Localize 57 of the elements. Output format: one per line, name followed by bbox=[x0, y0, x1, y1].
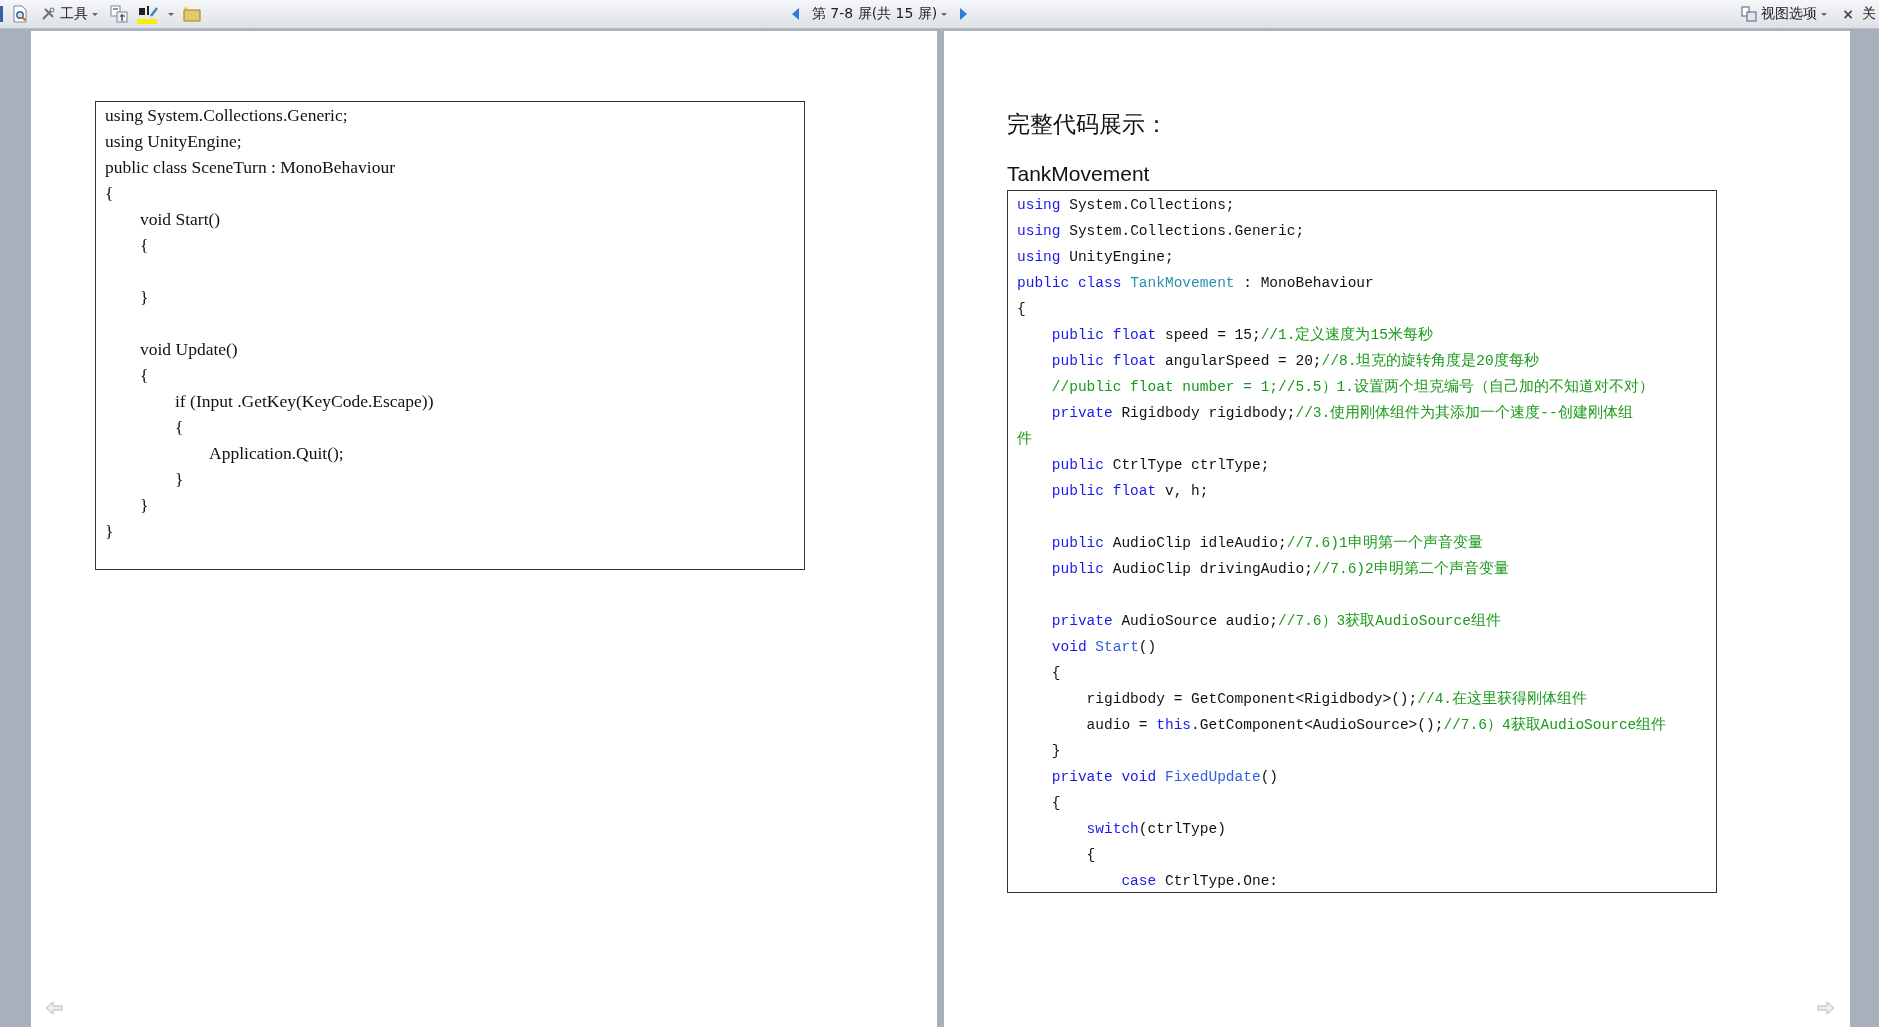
code-line: } bbox=[139, 494, 150, 517]
code-line: } bbox=[1050, 742, 1062, 761]
code-line: if (Input .GetKey(KeyCode.Escape)) bbox=[174, 390, 435, 413]
code-line: private Rigidbody rigidbody;//3.使用刚体组件为其添加一个速度--创建刚体组 bbox=[1050, 403, 1634, 423]
tools-menu[interactable]: 工具 bbox=[37, 3, 101, 25]
code-line: //public float number = 1;//5.5）1.设置两个坦克编号（自己加的不知道对不对） bbox=[1050, 377, 1655, 397]
section-heading: TankMovement bbox=[1007, 162, 1151, 186]
code-line: } bbox=[139, 286, 150, 309]
code-line: public AudioClip drivingAudio;//7.6)2申明第二个声音变量 bbox=[1050, 559, 1510, 579]
code-line: case CtrlType.One: bbox=[1120, 872, 1280, 891]
view-options-icon bbox=[1741, 6, 1758, 22]
caret-icon bbox=[941, 12, 948, 16]
code-line: { bbox=[1050, 664, 1062, 683]
code-line: using System.Collections; bbox=[1017, 196, 1236, 215]
code-line: { bbox=[174, 416, 185, 439]
code-line: using UnityEngine; bbox=[105, 130, 243, 153]
folder-icon[interactable] bbox=[183, 6, 201, 22]
code-line: void Update() bbox=[139, 338, 239, 361]
next-screen-icon[interactable] bbox=[959, 8, 968, 20]
view-options-menu[interactable]: 视图选项 bbox=[1738, 3, 1831, 25]
code-line: } bbox=[174, 468, 185, 491]
code-line: { bbox=[105, 182, 115, 205]
code-line: void Start() bbox=[139, 208, 222, 231]
code-line: public CtrlType ctrlType; bbox=[1050, 456, 1271, 475]
code-line: public float v, h; bbox=[1050, 482, 1210, 501]
close-button[interactable]: × 关 bbox=[1839, 3, 1879, 25]
code-line: switch(ctrlType) bbox=[1085, 820, 1227, 839]
code-line: { bbox=[139, 364, 150, 387]
caret-icon bbox=[1821, 12, 1828, 16]
code-line: { bbox=[1017, 300, 1027, 319]
code-line: rigidbody = GetComponent<Rigidbody>();//4.在这里获得刚体组件 bbox=[1085, 689, 1589, 709]
code-line: public class SceneTurn : MonoBehaviour bbox=[105, 156, 396, 179]
code-line: { bbox=[1050, 794, 1062, 813]
code-line: { bbox=[1085, 846, 1097, 865]
code-line: Application.Quit(); bbox=[208, 442, 345, 465]
code-line: void Start() bbox=[1050, 638, 1158, 657]
print-preview-icon[interactable] bbox=[12, 5, 28, 23]
code-line: public AudioClip idleAudio;//7.6)1申明第一个声音变量 bbox=[1050, 533, 1484, 553]
code-line: } bbox=[105, 520, 115, 543]
highlight-icon[interactable] bbox=[137, 4, 159, 24]
code-line: using System.Collections.Generic; bbox=[1017, 222, 1306, 241]
page-indicator[interactable]: 第 7-8 屏(共 15 屏) bbox=[808, 3, 951, 25]
code-line: public float speed = 15;//1.定义速度为15米每秒 bbox=[1050, 325, 1434, 345]
code-line: private void FixedUpdate() bbox=[1050, 768, 1280, 787]
code-line: 件 bbox=[1017, 430, 1033, 449]
code-line: public class TankMovement : MonoBehaviour bbox=[1017, 274, 1375, 293]
caret-icon[interactable] bbox=[168, 12, 174, 16]
code-line: { bbox=[139, 234, 150, 257]
caret-icon bbox=[92, 12, 98, 16]
page-heading: 完整代码展示： bbox=[1007, 111, 1169, 139]
previous-screen-icon[interactable] bbox=[791, 8, 800, 20]
code-line: public float angularSpeed = 20;//8.坦克的旋转角度是20度每秒 bbox=[1050, 351, 1540, 371]
code-line: private AudioSource audio;//7.6）3获取AudioSource组件 bbox=[1050, 611, 1502, 631]
code-line: audio = this.GetComponent<AudioSource>();//7.6）4获取AudioSource组件 bbox=[1085, 715, 1668, 735]
code-line: using System.Collections.Generic; bbox=[105, 104, 349, 127]
code-line: using UnityEngine; bbox=[1017, 248, 1175, 267]
tools-icon bbox=[40, 6, 56, 22]
